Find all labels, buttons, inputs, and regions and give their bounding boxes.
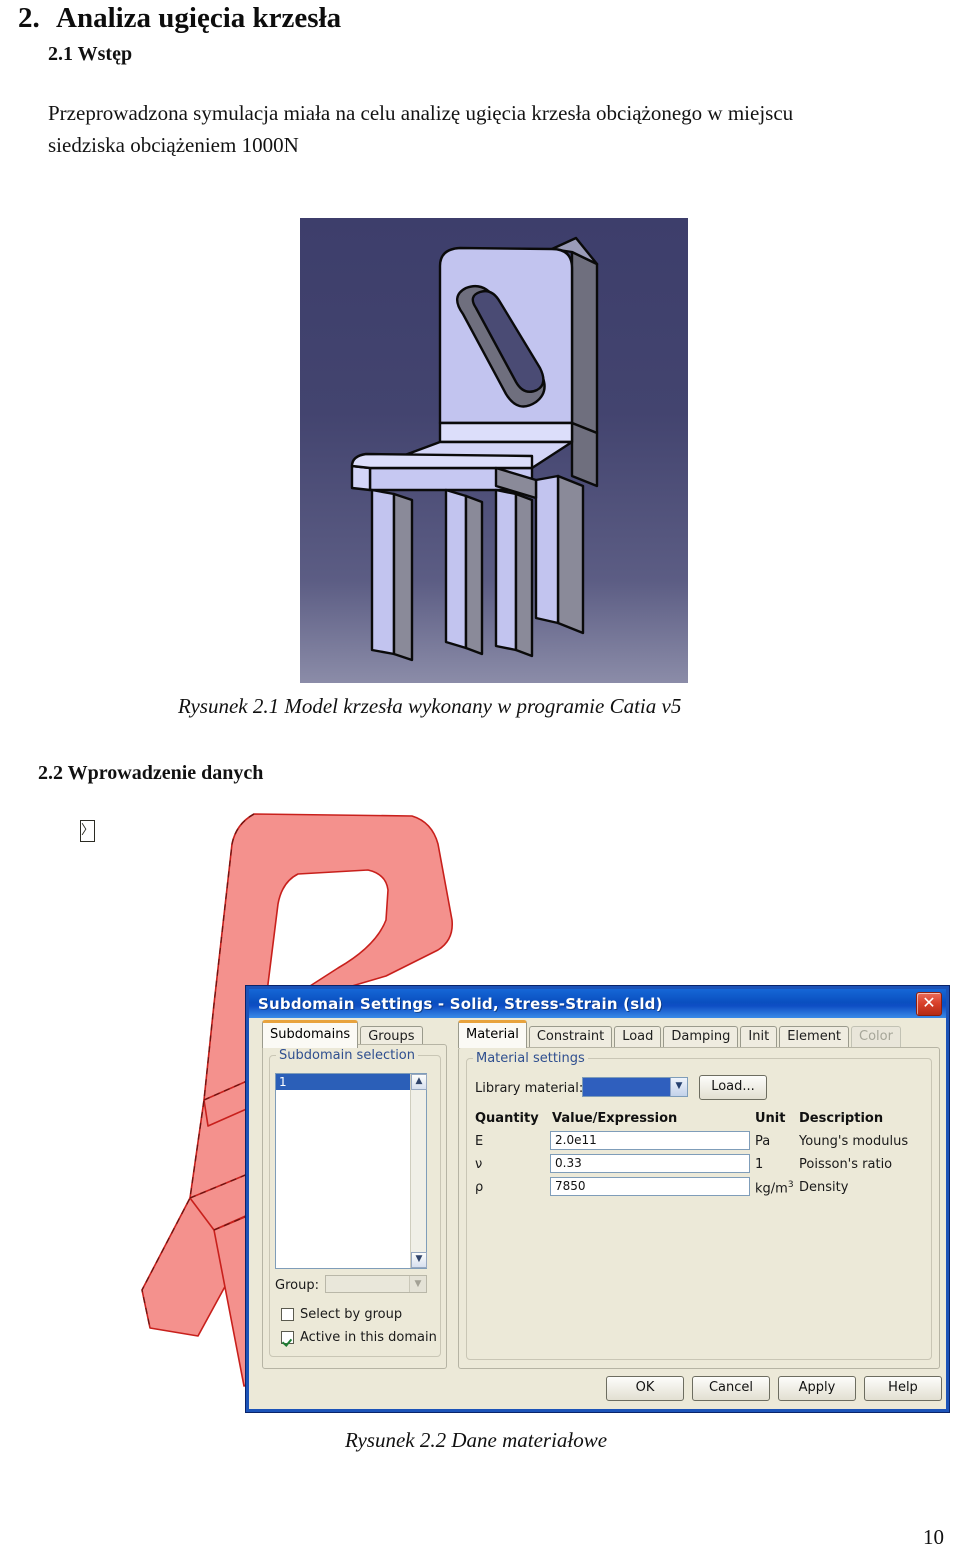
section-heading-2-2: 2.2 Wprowadzenie danych bbox=[38, 762, 264, 784]
tab-damping[interactable]: Damping bbox=[663, 1026, 739, 1048]
chapter-number: 2. bbox=[18, 2, 40, 34]
row-quantity: ν bbox=[475, 1157, 483, 1172]
chevron-down-icon[interactable]: ▼ bbox=[670, 1078, 687, 1096]
dialog-title: Subdomain Settings - Solid, Stress-Strai… bbox=[258, 994, 663, 1013]
section-2-1-paragraph: Przeprowadzona symulacja miała na celu a… bbox=[48, 101, 794, 157]
group-label: Group: bbox=[275, 1278, 319, 1293]
row-unit: Pa bbox=[755, 1134, 771, 1149]
value-input-E[interactable]: 2.0e11 bbox=[550, 1131, 750, 1150]
column-header-unit: Unit bbox=[755, 1111, 786, 1126]
tab-init[interactable]: Init bbox=[740, 1026, 778, 1048]
value-input-nu[interactable]: 0.33 bbox=[550, 1154, 750, 1173]
tab-color: Color bbox=[851, 1026, 901, 1048]
material-settings-title: Material settings bbox=[473, 1051, 588, 1066]
figure-2-1-caption: Rysunek 2.1 Model krzesła wykonany w pro… bbox=[178, 694, 682, 718]
document-page: 2. Analiza ugięcia krzesła 2.1 Wstęp Prze… bbox=[0, 0, 960, 1560]
right-tab-strip: Material Constraint Load Damping Init El… bbox=[458, 1020, 903, 1048]
tab-element[interactable]: Element bbox=[779, 1026, 850, 1048]
row-quantity: ρ bbox=[475, 1180, 484, 1195]
ok-button[interactable]: OK bbox=[606, 1376, 684, 1401]
group-combobox: ▼ bbox=[325, 1275, 427, 1293]
apply-button[interactable]: Apply bbox=[778, 1376, 856, 1401]
dialog-button-bar: OK Cancel Apply Help bbox=[254, 1376, 942, 1402]
library-material-value bbox=[583, 1078, 670, 1096]
material-settings-group bbox=[466, 1058, 932, 1360]
row-unit: 1 bbox=[755, 1157, 764, 1172]
column-header-value: Value/Expression bbox=[552, 1111, 678, 1126]
value-input-rho[interactable]: 7850 bbox=[550, 1177, 750, 1196]
select-by-group-label: Select by group bbox=[300, 1307, 403, 1322]
select-by-group-checkbox[interactable]: Select by group bbox=[281, 1307, 402, 1322]
chevron-up-icon[interactable]: ▲ bbox=[411, 1074, 427, 1090]
tab-constraint[interactable]: Constraint bbox=[528, 1026, 613, 1048]
section-heading-2-1: 2.1 Wstęp bbox=[48, 43, 133, 65]
chair-3d-drawing bbox=[350, 236, 599, 662]
load-button[interactable]: Load... bbox=[699, 1075, 767, 1100]
page-number: 10 bbox=[923, 1525, 944, 1549]
subdomain-settings-dialog: Subdomain Settings - Solid, Stress-Strai… bbox=[245, 985, 950, 1413]
chapter-title: Analiza ugięcia krzesła bbox=[56, 2, 342, 34]
row-description: Young's modulus bbox=[799, 1134, 909, 1149]
library-material-combobox[interactable]: ▼ bbox=[582, 1077, 688, 1097]
row-unit-base: kg/m bbox=[755, 1181, 788, 1197]
page-title: 2. Analiza ugięcia krzesła bbox=[18, 2, 341, 35]
column-header-quantity: Quantity bbox=[475, 1111, 539, 1126]
close-icon[interactable]: ✕ bbox=[916, 992, 942, 1016]
library-material-label: Library material: bbox=[475, 1081, 584, 1096]
figure-catia-chair-model bbox=[300, 218, 688, 683]
row-unit: kg/m3 bbox=[755, 1180, 794, 1196]
chevron-down-icon: ▼ bbox=[409, 1276, 426, 1292]
list-item[interactable]: 1 bbox=[276, 1074, 426, 1090]
tab-subdomains[interactable]: Subdomains bbox=[262, 1020, 359, 1048]
checkbox-box-checked bbox=[281, 1331, 294, 1344]
figure-2-2-caption: Rysunek 2.2 Dane materiałowe bbox=[345, 1428, 608, 1452]
subdomain-list[interactable]: 1 ▲ ▼ bbox=[275, 1073, 427, 1269]
cancel-button[interactable]: Cancel bbox=[692, 1376, 770, 1401]
material-panel: Material settings Library material: ▼ Lo… bbox=[458, 1047, 940, 1369]
tab-material[interactable]: Material bbox=[458, 1020, 527, 1048]
help-button[interactable]: Help bbox=[864, 1376, 942, 1401]
row-description: Poisson's ratio bbox=[799, 1157, 893, 1172]
row-description: Density bbox=[799, 1180, 849, 1195]
chevron-down-icon[interactable]: ▼ bbox=[411, 1252, 427, 1268]
active-in-domain-label: Active in this domain bbox=[300, 1330, 437, 1345]
active-in-domain-checkbox[interactable]: Active in this domain bbox=[281, 1330, 437, 1345]
column-header-description: Description bbox=[799, 1111, 884, 1126]
group-combobox-value bbox=[326, 1276, 409, 1292]
subdomains-panel: Subdomain selection 1 ▲ ▼ Group: ▼ Selec… bbox=[262, 1044, 447, 1369]
dialog-titlebar[interactable]: Subdomain Settings - Solid, Stress-Strai… bbox=[249, 989, 946, 1018]
subdomain-list-scrollbar[interactable]: ▲ ▼ bbox=[410, 1074, 427, 1268]
dialog-body: Subdomains Groups Material Constraint Lo… bbox=[250, 1019, 945, 1408]
row-unit-exponent: 3 bbox=[787, 1180, 794, 1190]
checkbox-box bbox=[281, 1308, 294, 1321]
row-quantity: E bbox=[475, 1134, 484, 1149]
subdomain-selection-title: Subdomain selection bbox=[276, 1048, 418, 1063]
tab-load[interactable]: Load bbox=[614, 1026, 662, 1048]
